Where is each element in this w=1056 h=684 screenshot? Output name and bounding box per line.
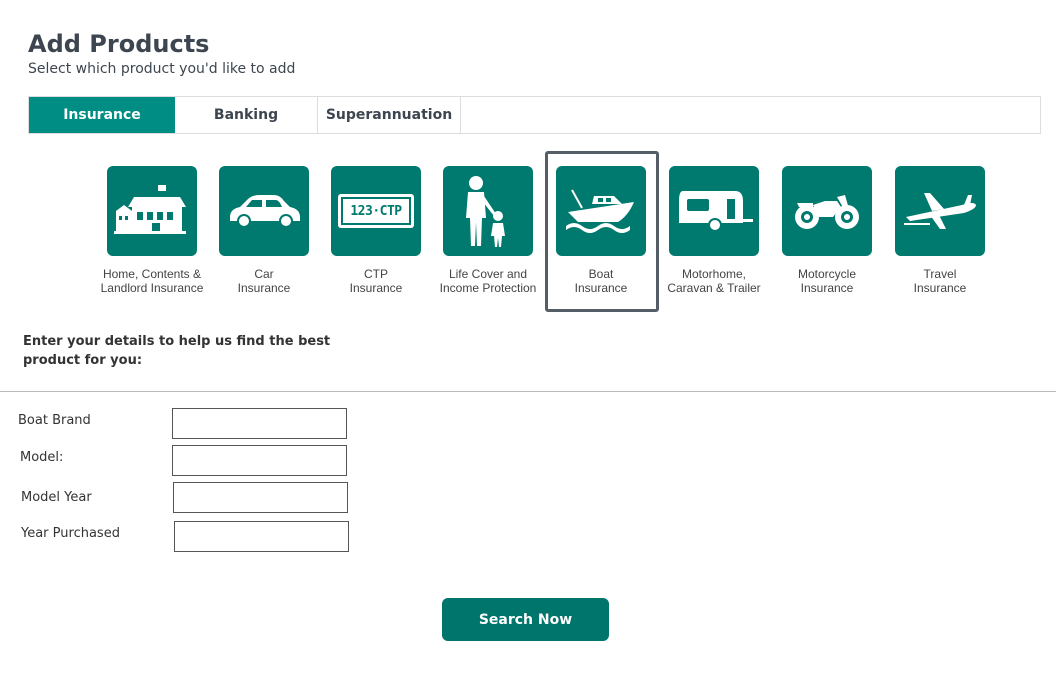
caravan-icon xyxy=(679,191,753,232)
parent-child-icon xyxy=(466,176,505,247)
product-tile xyxy=(669,166,759,256)
airplane-icon xyxy=(904,193,976,229)
model-input[interactable] xyxy=(172,445,347,476)
product-tile xyxy=(556,166,646,256)
product-label: Home, Contents & Landlord Insurance xyxy=(100,267,204,295)
product-label: Motorhome, Caravan & Trailer xyxy=(667,267,761,295)
model-label: Model: xyxy=(20,450,64,465)
product-motorcycle[interactable]: Motorcycle Insurance xyxy=(771,166,883,295)
product-tile xyxy=(107,166,197,256)
product-ctp[interactable]: 123·CTP CTP Insurance xyxy=(320,166,432,295)
motorcycle-icon xyxy=(795,195,859,229)
boat-icon xyxy=(566,189,634,233)
year-purchased-label: Year Purchased xyxy=(21,526,120,541)
number-plate-icon: 123·CTP xyxy=(338,194,414,228)
product-label: Life Cover and Income Protection xyxy=(439,267,537,295)
model-year-label: Model Year xyxy=(21,490,92,505)
boat-brand-label: Boat Brand xyxy=(18,413,91,428)
boat-brand-input[interactable] xyxy=(172,408,347,439)
product-list: Home, Contents & Landlord Insurance Car In… xyxy=(0,0,1056,320)
house-icon xyxy=(114,185,186,234)
product-travel[interactable]: Travel Insurance xyxy=(884,166,996,295)
product-home-contents-landlord[interactable]: Home, Contents & Landlord Insurance xyxy=(96,166,208,295)
product-label: Boat Insurance xyxy=(574,267,628,295)
year-purchased-input[interactable] xyxy=(174,521,349,552)
product-tile: 123·CTP xyxy=(331,166,421,256)
product-label: Car Insurance xyxy=(237,267,291,295)
product-tile xyxy=(219,166,309,256)
product-label: CTP Insurance xyxy=(349,267,403,295)
product-life-cover-income-protection[interactable]: Life Cover and Income Protection xyxy=(432,166,544,295)
product-tile xyxy=(782,166,872,256)
section-divider xyxy=(0,391,1056,392)
model-year-input[interactable] xyxy=(173,482,348,513)
product-label: Motorcycle Insurance xyxy=(797,267,856,295)
details-heading: Enter your details to help us find the b… xyxy=(23,334,331,368)
product-label: Travel Insurance xyxy=(913,267,967,295)
product-tile xyxy=(895,166,985,256)
product-tile xyxy=(443,166,533,256)
search-now-button[interactable]: Search Now xyxy=(442,598,609,641)
product-motorhome-caravan-trailer[interactable]: Motorhome, Caravan & Trailer xyxy=(658,166,770,295)
product-boat[interactable]: Boat Insurance xyxy=(545,151,659,312)
product-car[interactable]: Car Insurance xyxy=(208,166,320,295)
car-icon xyxy=(230,195,300,228)
